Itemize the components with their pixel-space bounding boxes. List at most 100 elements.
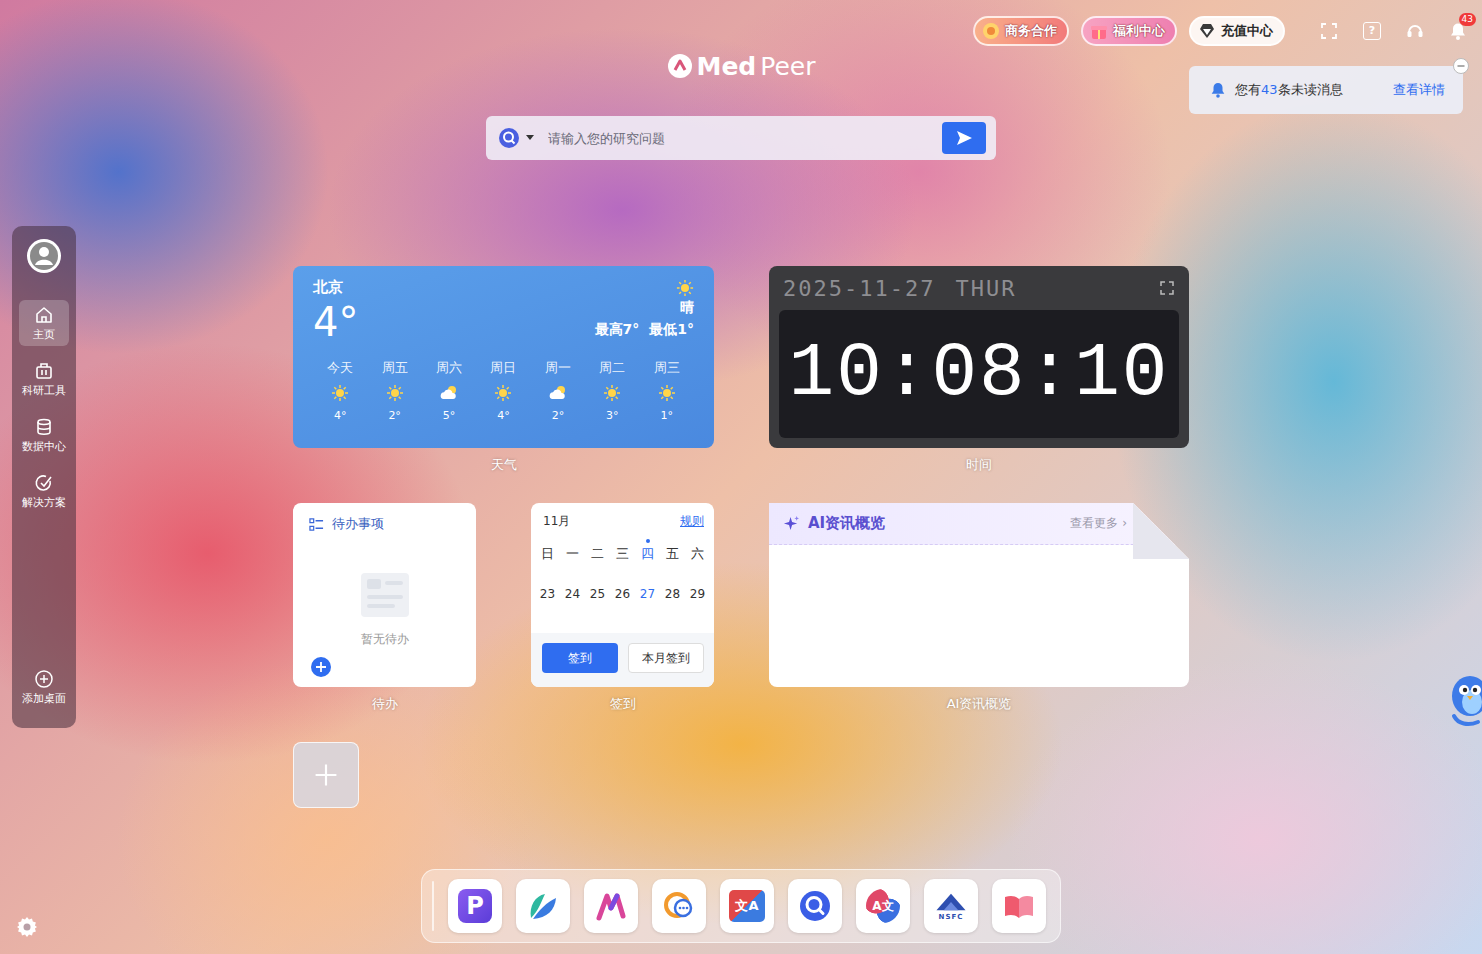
- help-icon: ?: [1363, 22, 1381, 40]
- send-button[interactable]: [942, 122, 986, 154]
- weekday: 四: [635, 546, 660, 562]
- book-app-icon: [1001, 888, 1037, 924]
- leaf-app-icon: [525, 888, 561, 924]
- checkin-button[interactable]: 签到: [542, 643, 618, 673]
- dock-app[interactable]: [584, 879, 638, 933]
- settings-button[interactable]: [15, 915, 39, 939]
- weekday: 五: [660, 546, 685, 562]
- widget-caption: 签到: [610, 695, 636, 713]
- sidebar-item[interactable]: 主页: [19, 300, 69, 346]
- support-button[interactable]: [1405, 21, 1425, 41]
- home-icon: [34, 305, 54, 325]
- rules-link[interactable]: 规则: [680, 513, 704, 530]
- pen-app-icon: P: [458, 889, 492, 923]
- weekday: 日: [535, 546, 560, 562]
- expand-icon[interactable]: [1159, 280, 1175, 296]
- top-pill-button[interactable]: 充值中心: [1189, 16, 1285, 46]
- clock-date: 2025-11-27: [783, 276, 935, 301]
- forecast-day: 周六 5°: [422, 359, 476, 422]
- sun-icon: [657, 383, 677, 403]
- dock-app[interactable]: A文: [856, 879, 910, 933]
- dock-app[interactable]: [788, 879, 842, 933]
- search-input[interactable]: [546, 130, 930, 147]
- widget-grid: 北京 4° 晴 最高7°最低1° 今天 4°周五 2°周六 5°周日 4°周一 …: [293, 266, 1189, 808]
- view-more-link[interactable]: 查看更多 ›: [1070, 515, 1127, 532]
- search-mode-dropdown[interactable]: [498, 127, 534, 149]
- forecast-day: 周三 1°: [640, 359, 694, 422]
- desktop: 商务合作 福利中心 充值中心 ? 43 MedPeer 北京 4° 晴 最高7°…: [0, 0, 1482, 954]
- calendar-card: 11月 规则 日一二三四五六 23242526272829 签到本月签到: [531, 503, 714, 687]
- clock-display: 10:08:10: [779, 310, 1179, 438]
- sidebar-item[interactable]: 解决方案: [16, 468, 72, 514]
- gear-icon: [15, 915, 39, 939]
- sun-icon: [493, 383, 513, 403]
- send-icon: [954, 128, 974, 148]
- date-cell[interactable]: 26: [610, 586, 635, 602]
- add-desktop-button[interactable]: 添加桌面: [16, 664, 72, 710]
- date-cell[interactable]: 28: [660, 586, 685, 602]
- welfare-icon: [1089, 21, 1109, 41]
- page-fold: [1133, 503, 1189, 559]
- sun-icon: [602, 383, 622, 403]
- forecast-day: 周二 3°: [585, 359, 639, 422]
- avatar[interactable]: [26, 238, 62, 274]
- widget-caption: 时间: [966, 456, 992, 474]
- forecast: 今天 4°周五 2°周六 5°周日 4°周一 2°周二 3°周三 1°: [313, 359, 694, 422]
- caret-icon: [526, 135, 534, 141]
- user-icon: [26, 238, 62, 274]
- unread-badge: 43: [1459, 13, 1476, 26]
- dock-app[interactable]: [652, 879, 706, 933]
- ai-news-card: AI资讯概览 查看更多 ›: [769, 503, 1189, 687]
- clock-card[interactable]: 2025-11-27 THUR 10:08:10: [769, 266, 1189, 448]
- top-pill-button[interactable]: 商务合作: [973, 16, 1069, 46]
- headset-icon: [1405, 21, 1425, 41]
- date-cell[interactable]: 24: [560, 586, 585, 602]
- dock-app[interactable]: 文A: [720, 879, 774, 933]
- add-widget-button[interactable]: [293, 742, 359, 808]
- bell-button[interactable]: 43: [1448, 21, 1468, 41]
- todo-card[interactable]: 待办事项 暂无待办: [293, 503, 476, 687]
- tools-icon: [34, 361, 54, 381]
- checkin-button[interactable]: 本月签到: [628, 643, 704, 673]
- date-cell[interactable]: 27: [635, 586, 660, 602]
- sidebar-item[interactable]: 科研工具: [16, 356, 72, 402]
- sun-icon: [330, 383, 350, 403]
- city: 北京: [313, 278, 343, 297]
- fullscreen-button[interactable]: [1319, 21, 1339, 41]
- dock-app[interactable]: [516, 879, 570, 933]
- dock-separator: [432, 881, 434, 931]
- today-dot: [646, 539, 650, 543]
- dock-app[interactable]: NSFC: [924, 879, 978, 933]
- recharge-icon: [1197, 21, 1217, 41]
- weekday: 一: [560, 546, 585, 562]
- collapse-button[interactable]: [1453, 58, 1469, 74]
- month-label: 11月: [543, 513, 570, 530]
- dock-app[interactable]: [992, 879, 1046, 933]
- help-button[interactable]: ?: [1362, 21, 1382, 41]
- top-pill-button[interactable]: 福利中心: [1081, 16, 1177, 46]
- brush-app-icon: [593, 888, 629, 924]
- chat-app-icon: [661, 888, 697, 924]
- add-todo-button[interactable]: [311, 657, 331, 677]
- ai-search-icon: [498, 127, 520, 149]
- clock-widget: 2025-11-27 THUR 10:08:10 时间: [769, 266, 1189, 474]
- date-cell[interactable]: 25: [585, 586, 610, 602]
- date-cell[interactable]: 29: [685, 586, 710, 602]
- weekday: 三: [610, 546, 635, 562]
- empty-illustration-icon: [355, 567, 415, 623]
- view-details-link[interactable]: 查看详情: [1393, 81, 1445, 99]
- weekday: 二: [585, 546, 610, 562]
- top-icons: ? 43: [1319, 21, 1468, 41]
- clock-weekday: THUR: [955, 276, 1016, 301]
- low-temperature: 最低1°: [649, 321, 694, 339]
- solutions-icon: [34, 473, 54, 493]
- sidebar-item[interactable]: 数据中心: [16, 412, 72, 458]
- ai-news-widget: AI资讯概览 查看更多 › AI资讯概览: [769, 503, 1189, 713]
- sidebar: 主页 科研工具 数据中心 解决方案 添加桌面: [12, 226, 76, 728]
- condition: 晴: [680, 299, 694, 317]
- weather-card[interactable]: 北京 4° 晴 最高7°最低1° 今天 4°周五 2°周六 5°周日 4°周一 …: [293, 266, 714, 448]
- date-cell[interactable]: 23: [535, 586, 560, 602]
- assistant-mascot[interactable]: [1448, 672, 1482, 730]
- search-app-icon: [797, 888, 833, 924]
- dock-app[interactable]: P: [448, 879, 502, 933]
